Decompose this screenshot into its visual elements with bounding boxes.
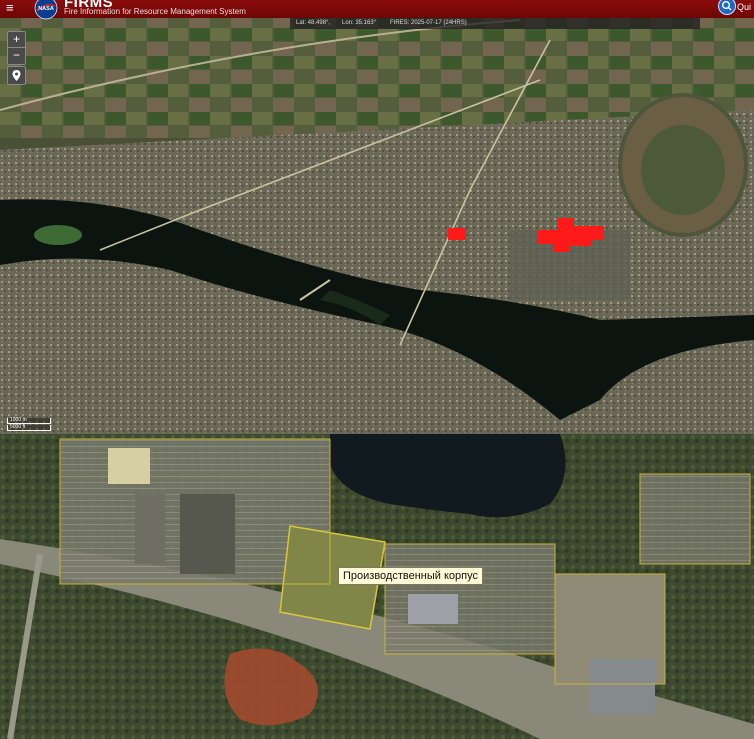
- river-island: [34, 225, 82, 245]
- scale-bar: 1000 m 5000 ft: [7, 418, 51, 432]
- fire-hotspot-small[interactable]: [448, 228, 466, 240]
- building: [590, 659, 655, 714]
- quarry-interior: [641, 125, 725, 215]
- app-header: ≡ NASA FIRMS Fire Information for Resour…: [0, 0, 754, 20]
- building: [408, 594, 458, 624]
- zoom-control: + −: [7, 31, 26, 65]
- locate-button[interactable]: [7, 66, 26, 85]
- warehouse-roof: [108, 448, 150, 484]
- nasa-logo: NASA: [34, 0, 58, 20]
- zoom-out-button[interactable]: −: [8, 48, 25, 63]
- building: [135, 494, 165, 564]
- longitude-readout: Lon: 35.163°: [342, 20, 377, 26]
- nasa-logo-text: NASA: [38, 6, 54, 12]
- fires-date-readout: FIRES: 2025-07-17 (24HRS): [390, 20, 467, 26]
- building: [180, 494, 235, 574]
- satellite-map-overview[interactable]: [0, 0, 754, 434]
- search-button[interactable]: [718, 0, 736, 15]
- map-pin-icon: [12, 70, 21, 81]
- latitude-readout: Lat: 48.498°,: [296, 20, 331, 26]
- app-subtitle: Fire Information for Resource Management…: [64, 7, 246, 16]
- scale-imperial: 5000 ft: [7, 425, 51, 431]
- satellite-map-detail[interactable]: [0, 434, 754, 739]
- feature-tooltip: Производственный корпус: [338, 567, 483, 585]
- industrial-block: [640, 474, 750, 564]
- coordinate-readout-bar: Lat: 48.498°, Lon: 35.163° FIRES: 2025-0…: [290, 18, 700, 29]
- menu-icon[interactable]: ≡: [6, 1, 14, 15]
- search-label[interactable]: Qui: [737, 2, 751, 12]
- zoom-in-button[interactable]: +: [8, 32, 25, 48]
- search-icon: [722, 1, 732, 11]
